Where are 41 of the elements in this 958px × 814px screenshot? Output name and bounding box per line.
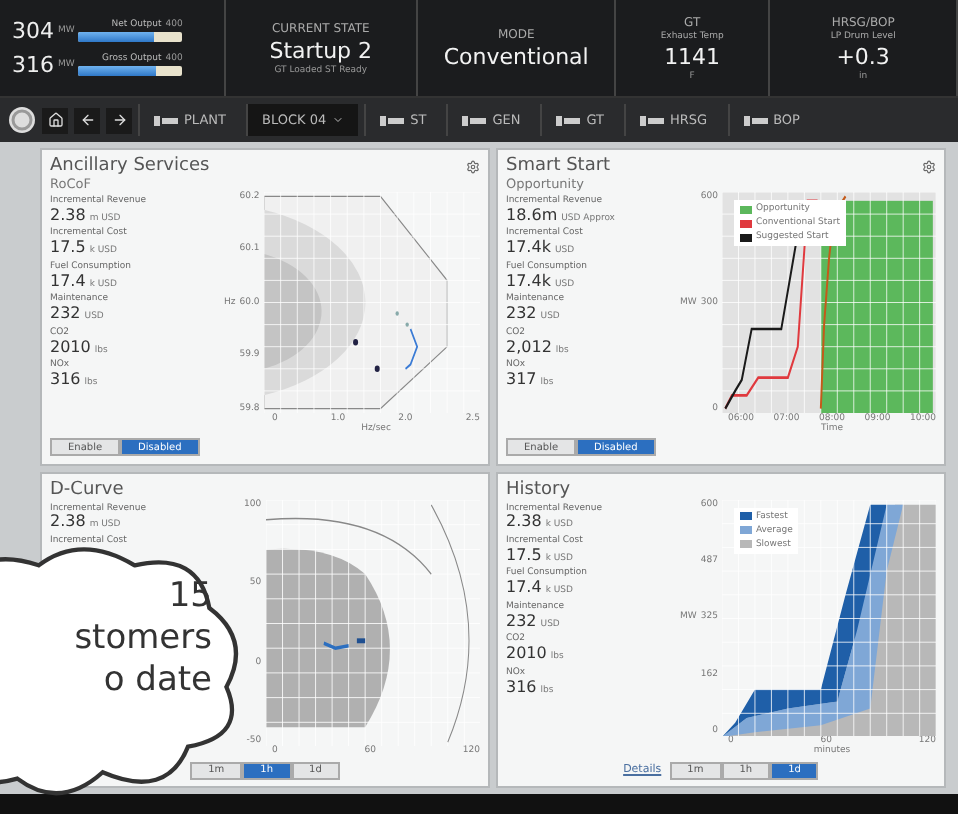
home-icon: [47, 112, 63, 128]
callout-text: stomers: [74, 618, 212, 660]
settings-icon[interactable]: [466, 159, 480, 173]
output-value: 304: [12, 18, 54, 44]
panel-title: Smart Start: [506, 156, 611, 176]
metric-value: 316: [50, 372, 81, 389]
settings-icon[interactable]: [922, 159, 936, 173]
callout-text: o date: [103, 660, 212, 702]
metric-value: 18.6m: [506, 207, 558, 224]
home-button[interactable]: [42, 107, 68, 133]
metric-value: 2,012: [506, 339, 552, 356]
metric-value: 2010: [50, 339, 91, 356]
forward-button[interactable]: [106, 107, 132, 133]
metric-value: 17.4: [506, 580, 542, 597]
back-button[interactable]: [74, 107, 100, 133]
metric-value: 232: [50, 306, 81, 323]
back-icon: [79, 112, 95, 128]
caret-icon: [332, 114, 345, 126]
stat-value: Conventional: [443, 43, 589, 69]
stat-value: Startup 2: [269, 37, 373, 63]
metric-value: 17.5: [506, 547, 542, 564]
metric-value: 316: [506, 679, 537, 696]
panel-title: D-Curve: [50, 479, 124, 499]
stat-value: 1141: [664, 43, 721, 69]
metric-value: 2.38: [506, 514, 542, 531]
output-value: 316: [12, 52, 54, 78]
panel-title: Ancillary Services: [50, 156, 210, 176]
metric-value: 2010: [506, 646, 547, 663]
metric-value: 17.4: [50, 273, 86, 290]
metric-value: 232: [506, 306, 537, 323]
forward-icon: [111, 112, 127, 128]
metric-value: 232: [506, 613, 537, 630]
stat-value: +0.3: [836, 43, 890, 69]
metric-value: 17.4k: [506, 273, 551, 290]
panel-title: History: [506, 479, 571, 499]
metric-value: 317: [506, 372, 537, 389]
metric-value: 2.38: [50, 207, 86, 224]
metric-value: 2.38: [50, 514, 86, 531]
metric-value: 17.4k: [506, 240, 551, 257]
logo-icon[interactable]: [8, 106, 36, 134]
metric-value: 17.5: [50, 240, 86, 257]
